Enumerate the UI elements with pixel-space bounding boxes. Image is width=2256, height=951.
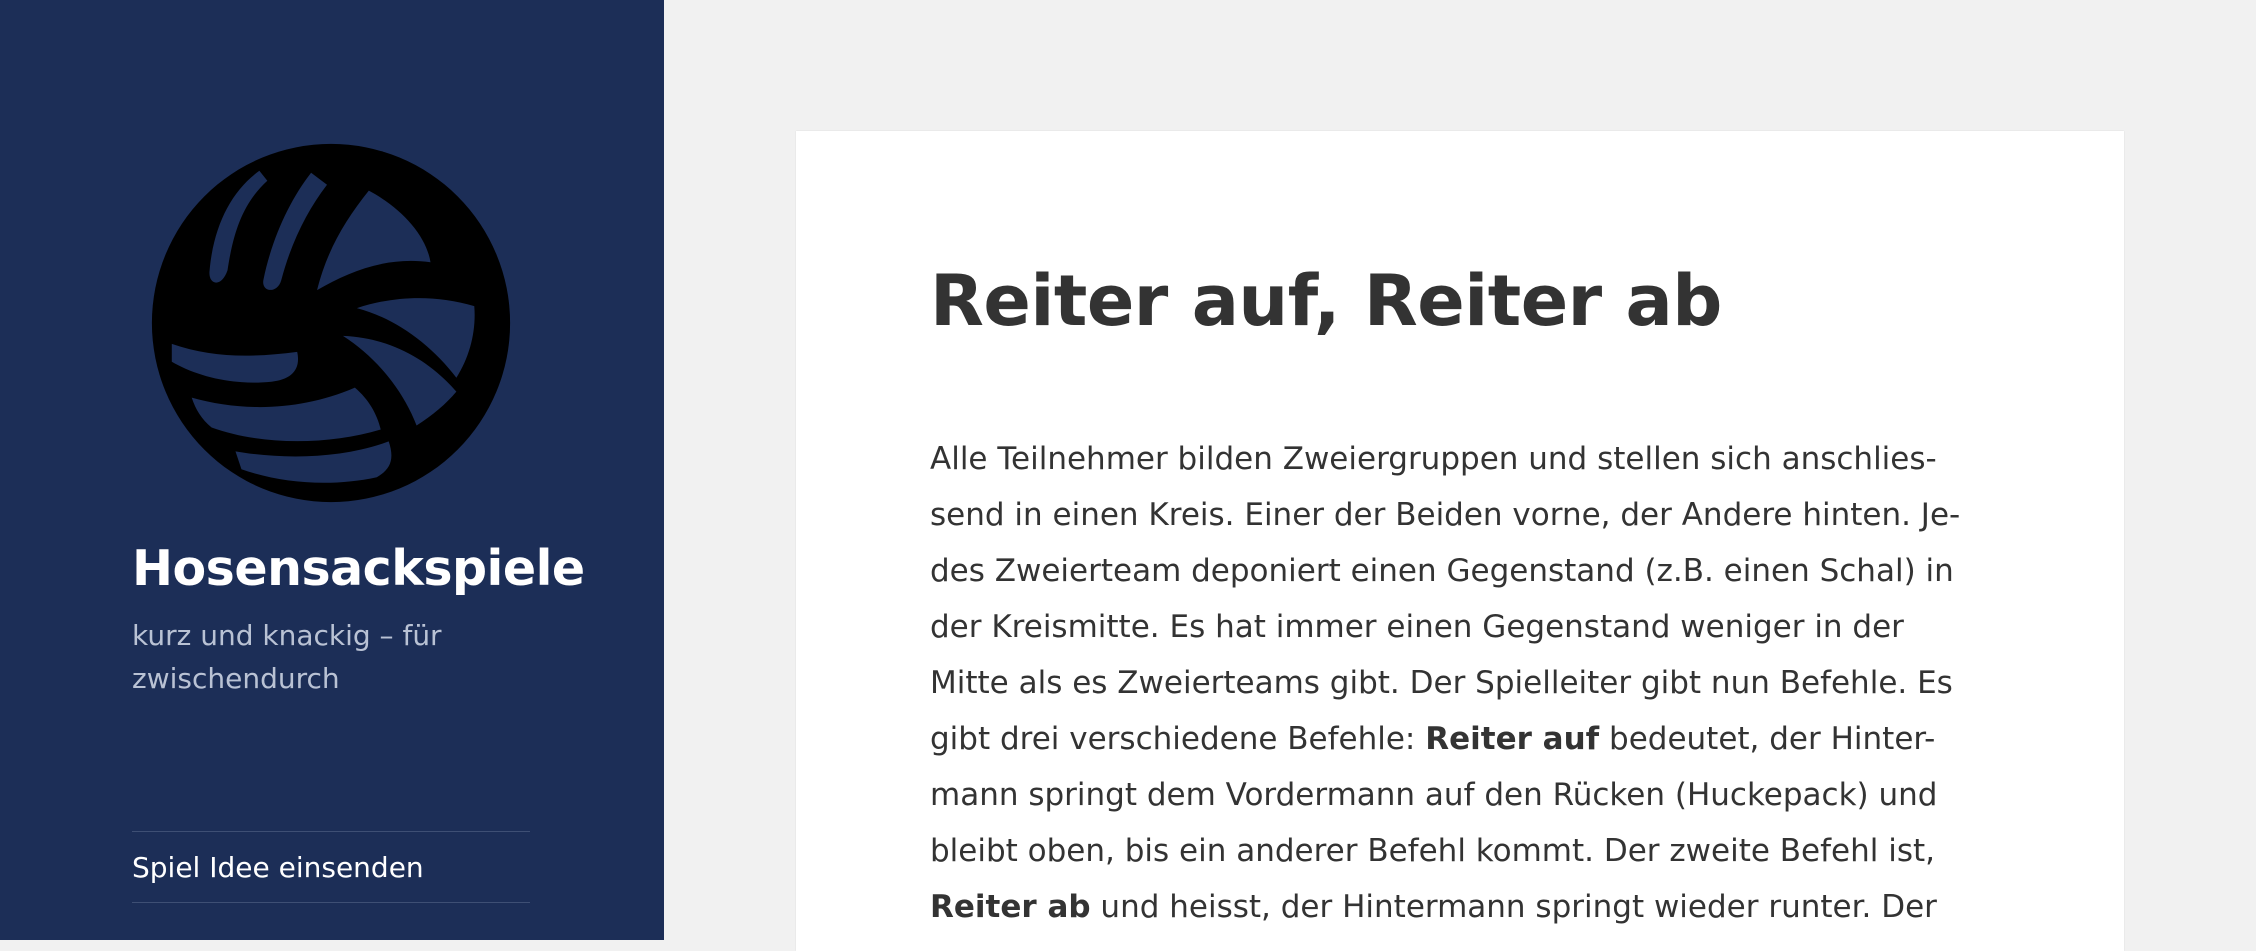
- post-line: Reiter ab und heisst, der Hintermann spr…: [930, 879, 1937, 935]
- post-line: der Kreismitte. Es hat immer einen Gegen…: [930, 599, 1930, 655]
- nav-divider-top: [132, 831, 530, 832]
- post-text: send in einen Kreis. Einer der Beiden vo…: [930, 497, 1961, 533]
- command-reiter-ab: Reiter ab: [930, 889, 1091, 925]
- post-text: bleibt oben, bis ein anderer Befehl komm…: [930, 833, 1936, 869]
- post-content: Alle Teilnehmer bilden Zweiergruppen und…: [930, 431, 1960, 935]
- post-line: des Zweierteam deponiert einen Gegenstan…: [930, 543, 1954, 599]
- post-text: Mitte als es Zweierteams gibt. Der Spiel…: [930, 665, 1953, 701]
- post-line: gibt drei verschiedene Befehle: Reiter a…: [930, 711, 1935, 767]
- command-reiter-auf: Reiter auf: [1425, 721, 1600, 757]
- post-card: Reiter auf, Reiter ab Alle Teilnehmer bi…: [796, 131, 2124, 951]
- post-title[interactable]: Reiter auf, Reiter ab: [930, 259, 1722, 343]
- post-text: gibt drei verschiedene Befehle:: [930, 721, 1426, 757]
- nav-link-spiel-idee-einsenden[interactable]: Spiel Idee einsenden: [132, 851, 424, 884]
- post-text: und heisst, der Hintermann springt wiede…: [1090, 889, 1937, 925]
- post-text: mann springt dem Vordermann auf den Rück…: [930, 777, 1938, 813]
- site-description: kurz und knackig – für zwischendurch: [132, 619, 442, 695]
- post-text: Alle Teilnehmer bilden Zweiergruppen und…: [930, 441, 1937, 477]
- post-line: Mitte als es Zweierteams gibt. Der Spiel…: [930, 655, 1953, 711]
- post-line: mann springt dem Vordermann auf den Rück…: [930, 767, 1937, 823]
- post-line: bleibt oben, bis ein anderer Befehl komm…: [930, 823, 1935, 879]
- post-text: des Zweierteam deponiert einen Gegenstan…: [930, 553, 1954, 589]
- post-text: bedeutet, der Hinter-: [1599, 721, 1936, 757]
- post-line: Alle Teilnehmer bilden Zweiergruppen und…: [930, 431, 1937, 487]
- post-line: send in einen Kreis. Einer der Beiden vo…: [930, 487, 1960, 543]
- volleyball-icon[interactable]: [132, 130, 530, 516]
- post-text: der Kreismitte. Es hat immer einen Gegen…: [930, 609, 1904, 645]
- site-title[interactable]: Hosensackspiele: [132, 540, 585, 597]
- nav-divider-bottom: [132, 902, 530, 903]
- sidebar: Hosensackspiele kurz und knackig – für z…: [0, 0, 664, 940]
